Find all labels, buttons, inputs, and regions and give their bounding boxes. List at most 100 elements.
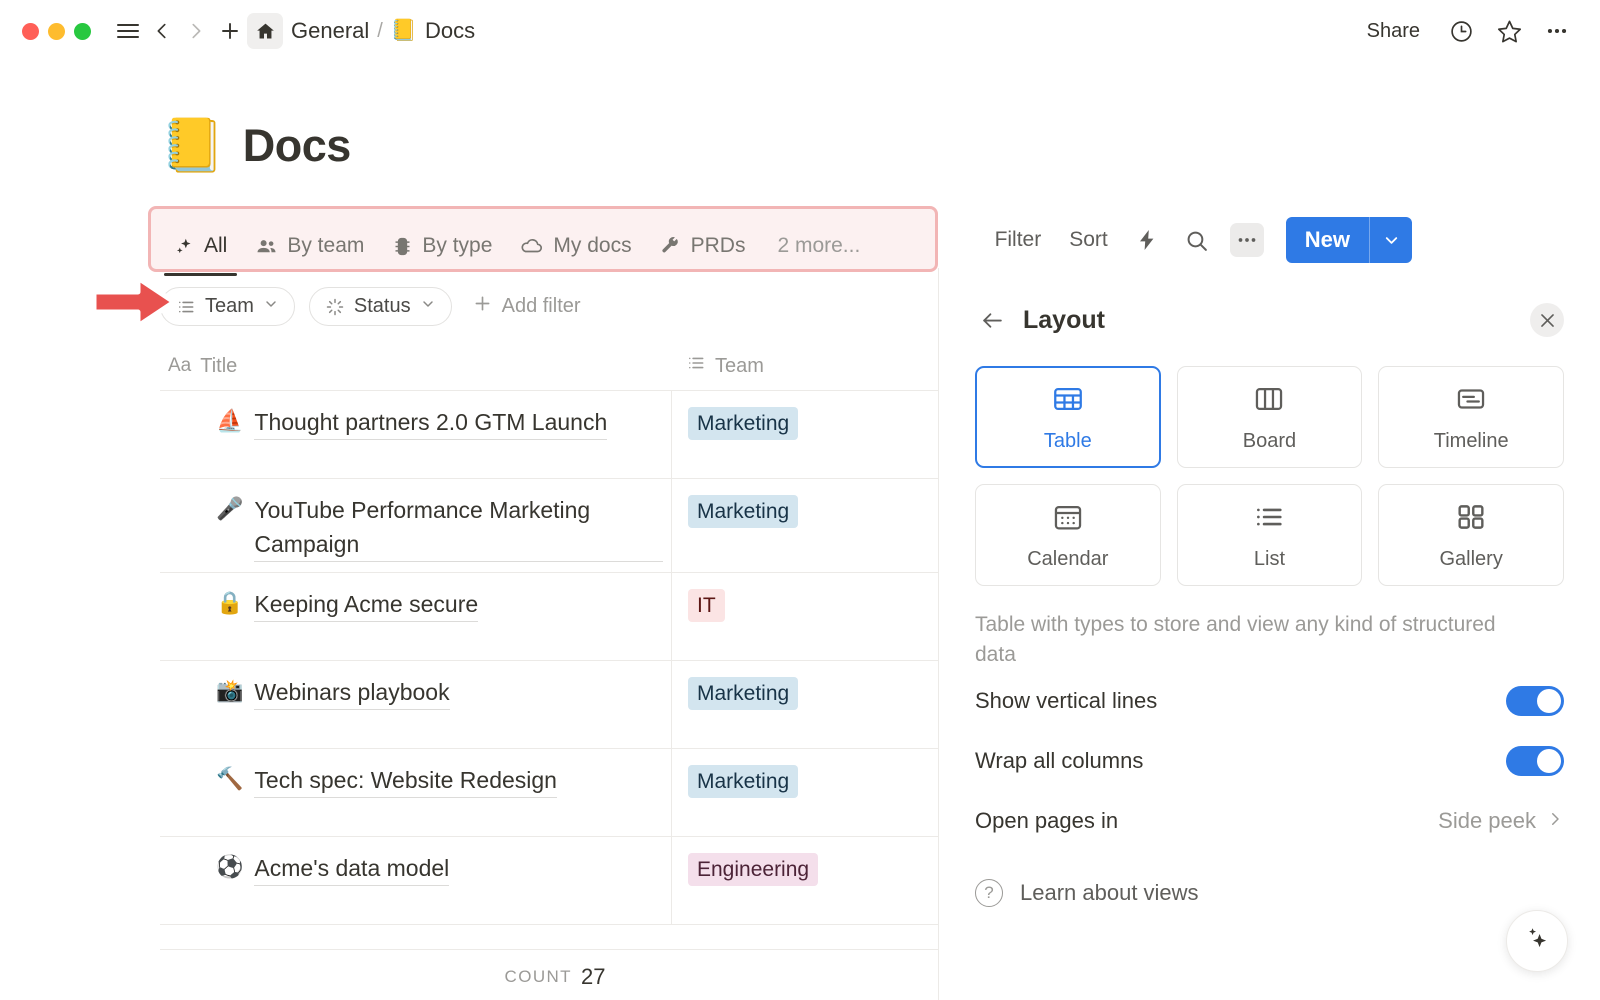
open-pages-in-value-group[interactable]: Side peek bbox=[1438, 808, 1564, 834]
hamburger-menu-icon[interactable] bbox=[111, 14, 145, 48]
cell-title[interactable]: ⚽ Acme's data model bbox=[160, 837, 672, 924]
layout-option-calendar[interactable]: Calendar bbox=[975, 484, 1161, 586]
zoom-window-button[interactable] bbox=[74, 23, 91, 40]
team-badge: IT bbox=[688, 589, 725, 622]
page-title-emoji[interactable]: 📒 bbox=[160, 120, 225, 172]
breadcrumb-workspace[interactable]: General bbox=[291, 18, 369, 44]
row-title[interactable]: Webinars playbook bbox=[254, 675, 449, 710]
table-row[interactable]: 🔨 Tech spec: Website Redesign Marketing bbox=[160, 748, 950, 836]
home-icon[interactable] bbox=[247, 13, 283, 49]
forward-icon[interactable] bbox=[179, 14, 213, 48]
cell-team[interactable]: Marketing bbox=[672, 749, 950, 836]
list-icon bbox=[686, 353, 706, 379]
timeline-icon bbox=[1454, 382, 1488, 421]
chevron-down-icon[interactable] bbox=[1370, 217, 1412, 263]
share-button[interactable]: Share bbox=[1359, 16, 1428, 47]
minimize-window-button[interactable] bbox=[48, 23, 65, 40]
close-icon[interactable] bbox=[1530, 303, 1564, 337]
cell-title[interactable]: 🔒 Keeping Acme secure bbox=[160, 573, 672, 660]
table-row[interactable]: ⚽ Acme's data model Engineering bbox=[160, 836, 950, 924]
sort-button[interactable]: Sort bbox=[1063, 223, 1114, 257]
database-table: Aa Title Team ⛵ Thought partners 2.0 GTM… bbox=[160, 342, 950, 1000]
layout-option-table[interactable]: Table bbox=[975, 366, 1161, 468]
filter-chip-team[interactable]: Team bbox=[160, 287, 295, 326]
row-title[interactable]: Keeping Acme secure bbox=[254, 587, 478, 622]
row-title[interactable]: Thought partners 2.0 GTM Launch bbox=[254, 405, 607, 440]
new-button[interactable]: New bbox=[1286, 217, 1369, 263]
table-row[interactable]: 🔒 Keeping Acme secure IT bbox=[160, 572, 950, 660]
view-tab-by-type[interactable]: By type bbox=[378, 222, 506, 270]
cell-team[interactable]: IT bbox=[672, 573, 950, 660]
layout-option-label: Table bbox=[1044, 430, 1092, 453]
column-header-team[interactable]: Team bbox=[672, 353, 950, 379]
row-title[interactable]: Tech spec: Website Redesign bbox=[254, 763, 557, 798]
clock-icon[interactable] bbox=[1446, 16, 1476, 46]
filter-button[interactable]: Filter bbox=[989, 223, 1048, 257]
page-title-text[interactable]: Docs bbox=[243, 120, 351, 172]
view-tabs-more-button[interactable]: 2 more... bbox=[759, 222, 874, 270]
table-row[interactable]: 🎤 YouTube Performance Marketing Campaign… bbox=[160, 478, 950, 572]
view-options-icon[interactable] bbox=[1230, 223, 1264, 257]
plus-icon[interactable] bbox=[213, 14, 247, 48]
learn-about-views-link[interactable]: ? Learn about views bbox=[975, 879, 1564, 907]
cell-title[interactable]: 🔨 Tech spec: Website Redesign bbox=[160, 749, 672, 836]
column-header-title[interactable]: Aa Title bbox=[160, 355, 672, 378]
layout-option-gallery[interactable]: Gallery bbox=[1378, 484, 1564, 586]
count-label: COUNT bbox=[505, 967, 572, 987]
lightning-icon[interactable] bbox=[1130, 223, 1164, 257]
cell-team[interactable]: Marketing bbox=[672, 661, 950, 748]
view-tab-label: By type bbox=[422, 234, 492, 258]
back-icon[interactable] bbox=[145, 14, 179, 48]
cell-title[interactable]: 🎤 YouTube Performance Marketing Campaign bbox=[160, 479, 672, 572]
layout-description: Table with types to store and view any k… bbox=[975, 610, 1535, 671]
traffic-light-icon bbox=[392, 236, 413, 257]
option-open-pages-in[interactable]: Open pages in Side peek bbox=[975, 791, 1564, 851]
row-emoji-icon: ⛵ bbox=[216, 405, 243, 437]
breadcrumb-separator: / bbox=[377, 20, 383, 43]
app-window: General / 📒 Docs Share 📒 Docs bbox=[0, 0, 1600, 1000]
layout-option-board[interactable]: Board bbox=[1177, 366, 1363, 468]
panel-header: Layout bbox=[975, 298, 1564, 342]
text-type-icon: Aa bbox=[168, 355, 191, 377]
view-tab-label: My docs bbox=[553, 234, 631, 258]
search-icon[interactable] bbox=[1180, 223, 1214, 257]
add-filter-button[interactable]: Add filter bbox=[466, 293, 581, 320]
row-title[interactable]: YouTube Performance Marketing Campaign bbox=[254, 493, 663, 562]
close-window-button[interactable] bbox=[22, 23, 39, 40]
show-vertical-lines-toggle[interactable] bbox=[1506, 686, 1564, 716]
option-show-vertical-lines[interactable]: Show vertical lines bbox=[975, 671, 1564, 731]
column-header-label: Team bbox=[715, 355, 764, 378]
view-tab-by-team[interactable]: By team bbox=[241, 222, 378, 270]
cell-team[interactable]: Marketing bbox=[672, 391, 950, 478]
wrap-all-columns-toggle[interactable] bbox=[1506, 746, 1564, 776]
view-tab-all[interactable]: All bbox=[160, 222, 241, 270]
view-tab-my-docs[interactable]: My docs bbox=[506, 222, 645, 270]
table-row[interactable]: 📸 Webinars playbook Marketing bbox=[160, 660, 950, 748]
table-row[interactable]: ⛵ Thought partners 2.0 GTM Launch Market… bbox=[160, 390, 950, 478]
list-icon bbox=[176, 297, 196, 317]
sparkles-icon bbox=[174, 236, 195, 257]
filter-chip-status[interactable]: Status bbox=[309, 287, 452, 326]
cell-title[interactable]: ⛵ Thought partners 2.0 GTM Launch bbox=[160, 391, 672, 478]
breadcrumb-page-emoji: 📒 bbox=[391, 19, 417, 43]
chevron-down-icon bbox=[263, 295, 279, 318]
ai-assistant-button[interactable] bbox=[1506, 910, 1568, 972]
wrench-icon bbox=[660, 235, 682, 257]
annotation-arrow-icon bbox=[92, 274, 178, 330]
traffic-lights bbox=[22, 23, 91, 40]
row-title[interactable]: Acme's data model bbox=[254, 851, 449, 886]
layout-option-timeline[interactable]: Timeline bbox=[1378, 366, 1564, 468]
breadcrumb-page[interactable]: Docs bbox=[425, 18, 475, 44]
ellipsis-icon[interactable] bbox=[1542, 16, 1572, 46]
layout-option-label: Timeline bbox=[1434, 430, 1509, 453]
layout-option-list[interactable]: List bbox=[1177, 484, 1363, 586]
view-tab-prds[interactable]: PRDs bbox=[646, 222, 760, 270]
arrow-left-icon[interactable] bbox=[975, 303, 1009, 337]
filter-chip-label: Status bbox=[354, 295, 411, 318]
star-icon[interactable] bbox=[1494, 16, 1524, 46]
cell-team[interactable]: Marketing bbox=[672, 479, 950, 572]
cell-title[interactable]: 📸 Webinars playbook bbox=[160, 661, 672, 748]
option-wrap-all-columns[interactable]: Wrap all columns bbox=[975, 731, 1564, 791]
option-label: Wrap all columns bbox=[975, 748, 1506, 774]
cell-team[interactable]: Engineering bbox=[672, 837, 950, 924]
